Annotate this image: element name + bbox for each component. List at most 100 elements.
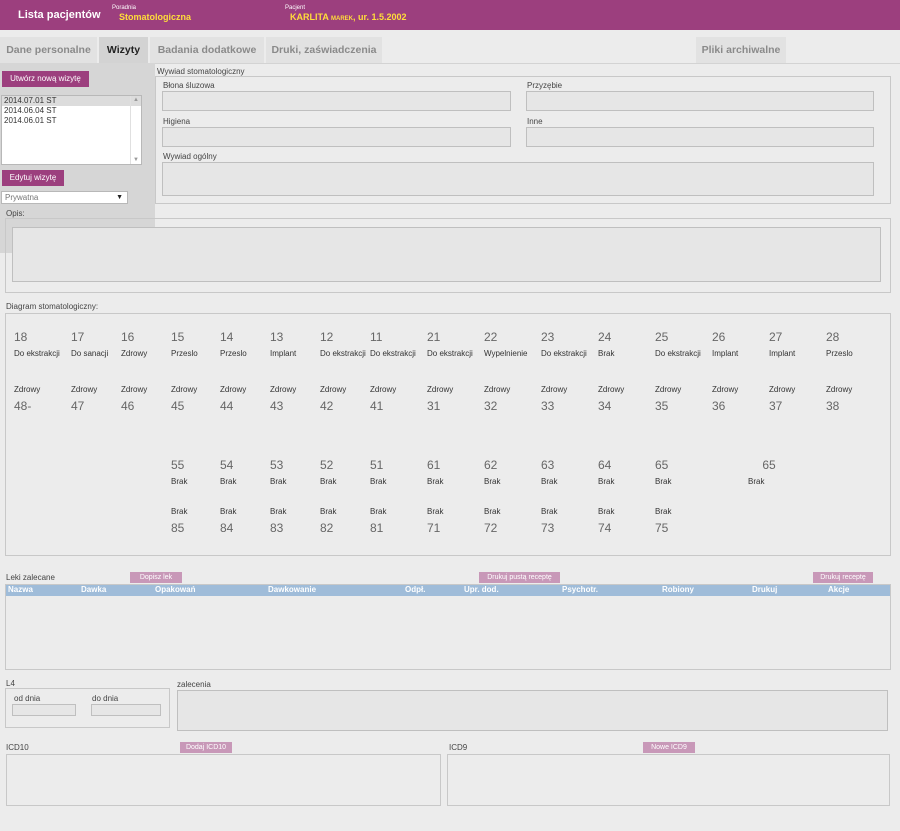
tooth-number: 81 [370,521,384,535]
tooth-54[interactable]: 54 Brak [220,458,236,486]
tooth-72[interactable]: Brak 72 [484,507,500,535]
hygiene-field[interactable] [162,127,511,147]
tooth-21[interactable]: 21 Do ekstrakcji [427,330,473,358]
tooth-number: 82 [320,521,334,535]
tooth-71[interactable]: Brak 71 [427,507,443,535]
tooth-75[interactable]: Brak 75 [655,507,671,535]
mucosa-field[interactable] [162,91,511,111]
tooth-number: 44 [220,399,234,413]
tooth-23[interactable]: 23 Do ekstrakcji [541,330,587,358]
tooth-62[interactable]: 62 Brak [484,458,500,486]
tooth-36[interactable]: Zdrowy 36 [712,385,738,413]
tooth-17[interactable]: 17 Do sanacji [71,330,108,358]
tooth-27[interactable]: 27 Implant [769,330,795,358]
tooth-46[interactable]: Zdrowy 46 [121,385,147,413]
tooth-43[interactable]: Zdrowy 43 [270,385,296,413]
tooth-35[interactable]: Zdrowy 35 [655,385,681,413]
scroll-down-icon[interactable]: ▼ [131,156,141,164]
other-field[interactable] [526,127,874,147]
l4-from-field[interactable] [12,704,76,716]
tooth-31[interactable]: Zdrowy 31 [427,385,453,413]
tooth-38[interactable]: Zdrowy 38 [826,385,852,413]
recommendations-field[interactable] [177,690,888,731]
tooth-33[interactable]: Zdrowy 33 [541,385,567,413]
col-dosage[interactable]: Dawkowanie [268,585,316,594]
tooth-84[interactable]: Brak 84 [220,507,236,535]
tooth-73[interactable]: Brak 73 [541,507,557,535]
col-name[interactable]: Nazwa [8,585,33,594]
col-actions[interactable]: Akcje [828,585,849,594]
tooth-11[interactable]: 11 Do ekstrakcji [370,330,416,358]
col-payment[interactable]: Odpł. [405,585,425,594]
col-psychotropic[interactable]: Psychotr. [562,585,598,594]
general-interview-field[interactable] [162,162,874,196]
listbox-scrollbar[interactable]: ▲ ▼ [130,96,141,164]
tab-personal-data[interactable]: Dane personalne [0,37,97,63]
tooth-status: Implant [270,349,297,358]
tab-archive-files[interactable]: Pliki archiwalne [696,37,786,63]
tooth-16[interactable]: 16 Zdrowy [121,330,147,358]
visits-listbox[interactable]: 2014.07.01 ST 2014.06.04 ST 2014.06.01 S… [1,95,142,165]
tooth-82[interactable]: Brak 82 [320,507,336,535]
tooth-12[interactable]: 12 Do ekstrakcji [320,330,366,358]
tooth-25[interactable]: 25 Do ekstrakcji [655,330,701,358]
tooth-45[interactable]: Zdrowy 45 [171,385,197,413]
scroll-up-icon[interactable]: ▲ [131,96,141,104]
tooth-81[interactable]: Brak 81 [370,507,386,535]
gums-field[interactable] [526,91,874,111]
col-packages[interactable]: Opakowań [155,585,195,594]
tooth-37[interactable]: Zdrowy 37 [769,385,795,413]
tooth-42[interactable]: Zdrowy 42 [320,385,346,413]
tooth-52[interactable]: 52 Brak [320,458,336,486]
col-extra-rights[interactable]: Upr. dod. [464,585,499,594]
tooth-85[interactable]: Brak 85 [171,507,187,535]
tooth-14[interactable]: 14 Przeslo [220,330,247,358]
print-empty-prescription-button[interactable]: Drukuj pustą receptę [479,572,560,583]
tooth-22[interactable]: 22 Wypelnienie [484,330,528,358]
col-made[interactable]: Robiony [662,585,694,594]
tooth-41[interactable]: Zdrowy 41 [370,385,396,413]
l4-to-field[interactable] [91,704,161,716]
tab-visits[interactable]: Wizyty [99,37,148,63]
tooth-status: Implant [712,349,739,358]
tooth-55[interactable]: 55 Brak [171,458,187,486]
tooth-47[interactable]: Zdrowy 47 [71,385,97,413]
top-bar: Lista pacjentów Poradnia Stomatologiczna… [0,0,900,30]
tooth-65[interactable]: 65 Brak [655,458,671,486]
add-icd10-button[interactable]: Dodaj ICD10 [180,742,232,753]
tab-prints[interactable]: Druki, zaświadczenia [266,37,382,63]
tooth-64[interactable]: 64 Brak [598,458,614,486]
tooth-28[interactable]: 28 Przeslo [826,330,853,358]
tooth-32[interactable]: Zdrowy 32 [484,385,510,413]
description-field[interactable] [12,227,881,282]
patients-list-link[interactable]: Lista pacjentów [18,9,101,21]
new-visit-button[interactable]: Utwórz nową wizytę [2,71,89,87]
visit-item[interactable]: 2014.07.01 ST [2,96,141,106]
visit-item[interactable]: 2014.06.01 ST [2,116,141,126]
payment-select[interactable]: Prywatna ▼ [1,191,128,204]
col-dose[interactable]: Dawka [81,585,106,594]
col-print[interactable]: Drukuj [752,585,777,594]
tooth-24[interactable]: 24 Brak [598,330,614,358]
tooth-63[interactable]: 63 Brak [541,458,557,486]
tooth-26[interactable]: 26 Implant [712,330,738,358]
tooth-number: 36 [712,399,726,413]
edit-visit-button[interactable]: Edytuj wizytę [2,170,64,186]
tooth-74[interactable]: Brak 74 [598,507,614,535]
tooth-65-extra[interactable]: 65 Brak [748,458,788,486]
tooth-83[interactable]: Brak 83 [270,507,286,535]
tooth-53[interactable]: 53 Brak [270,458,286,486]
tooth-34[interactable]: Zdrowy 34 [598,385,624,413]
tooth-18[interactable]: 18 Do ekstrakcji [14,330,60,358]
add-med-button[interactable]: Dopisz lek [130,572,182,583]
new-icd9-button[interactable]: Nowe ICD9 [643,742,695,753]
visit-item[interactable]: 2014.06.04 ST [2,106,141,116]
tooth-44[interactable]: Zdrowy 44 [220,385,246,413]
print-prescription-button[interactable]: Drukuj receptę [813,572,873,583]
tooth-51[interactable]: 51 Brak [370,458,386,486]
tooth-13[interactable]: 13 Implant [270,330,296,358]
tooth-15[interactable]: 15 Przeslo [171,330,198,358]
tooth-61[interactable]: 61 Brak [427,458,443,486]
tooth-48[interactable]: Zdrowy 48- [14,385,40,413]
tab-additional-tests[interactable]: Badania dodatkowe [150,37,264,63]
